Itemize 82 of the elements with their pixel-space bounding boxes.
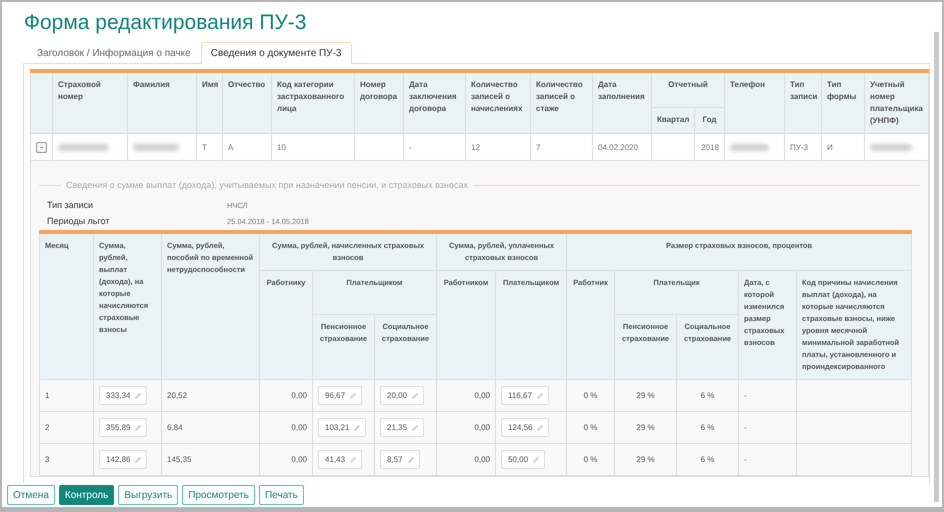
column-header: Отчетный xyxy=(652,71,725,108)
action-button[interactable]: Выгрузить xyxy=(118,485,178,505)
redacted-text xyxy=(58,144,110,150)
table-cell: - xyxy=(738,380,797,412)
action-button[interactable]: Просмотреть xyxy=(182,485,255,505)
pencil-icon xyxy=(406,456,415,464)
column-header: Количество записей о стаже xyxy=(530,71,592,134)
table-cell: 29 % xyxy=(614,412,677,444)
amount-field[interactable]: 355,89 xyxy=(99,418,148,437)
table-cell: 3 xyxy=(40,444,94,476)
table-cell: 0,00 xyxy=(436,412,496,444)
column-header: Количество записей о начислениях xyxy=(466,71,530,134)
redacted-text xyxy=(730,144,770,150)
amount-field[interactable]: 116,67 xyxy=(501,386,549,405)
amount-field[interactable]: 103,21 xyxy=(318,418,366,437)
pencil-icon xyxy=(532,456,540,464)
amount-field[interactable]: 333,34 xyxy=(99,386,148,405)
table-cell: 0 % xyxy=(566,380,615,412)
table-cell: 6,84 xyxy=(162,412,260,444)
column-header: Код категории застрахованного лица xyxy=(272,71,354,134)
amount-field[interactable]: 41,43 xyxy=(318,450,362,469)
column-header: Год xyxy=(694,108,725,134)
amount-field[interactable]: 20,00 xyxy=(380,386,424,405)
pencil-icon xyxy=(353,424,362,432)
pencil-icon xyxy=(349,392,358,400)
column-header: Дата заключения договора xyxy=(404,71,466,134)
pencil-icon xyxy=(536,424,544,432)
table-cell: 0 % xyxy=(566,444,615,476)
table-cell: 6 % xyxy=(676,444,739,476)
table-cell: 0,00 xyxy=(436,380,496,412)
column-header: Тип записи xyxy=(784,71,822,134)
column-header: Номер договора xyxy=(354,71,404,134)
table-cell: 20,52 xyxy=(162,380,260,412)
redacted-text xyxy=(133,144,180,150)
section-legend: Сведения о сумме выплат (дохода), учитываемых при назначении пенсии, и страховых взносах xyxy=(66,180,468,190)
column-header: Квартал xyxy=(652,108,694,134)
pencil-icon xyxy=(134,392,142,400)
table-cell: 0,00 xyxy=(436,444,496,476)
column-header: Тип формы xyxy=(822,71,865,134)
pencil-icon xyxy=(536,392,544,400)
table-cell: 6 % xyxy=(676,380,739,412)
tab[interactable]: Сведения о документе ПУ-3 xyxy=(200,42,352,64)
amount-field[interactable]: 142,86 xyxy=(99,450,148,469)
collapse-button[interactable]: - xyxy=(36,142,47,152)
column-header: Фамилия xyxy=(128,71,196,134)
scrollbar[interactable] xyxy=(934,32,939,502)
column-header: Отчество xyxy=(222,71,272,134)
action-button[interactable]: Отмена xyxy=(7,485,55,505)
field-label: Периоды льгот xyxy=(47,216,110,226)
action-button[interactable]: Контроль xyxy=(58,485,114,505)
table-cell: 6 % xyxy=(676,412,739,444)
action-button[interactable]: Печать xyxy=(258,485,304,505)
table-cell: 0,00 xyxy=(260,412,312,444)
pencil-icon xyxy=(349,456,358,464)
redacted-text xyxy=(870,144,912,150)
column-header: Телефон xyxy=(724,71,785,134)
field-label: Тип записи xyxy=(47,200,94,210)
table-cell: 0 % xyxy=(566,412,615,444)
form-title: Форма редактирования ПУ-3 xyxy=(24,10,308,36)
pencil-icon xyxy=(134,424,142,432)
amount-field[interactable]: 50,00 xyxy=(501,450,546,469)
pencil-icon xyxy=(411,392,420,400)
column-header: Учетный номер плательщика (УНПФ) xyxy=(864,71,929,134)
pencil-icon xyxy=(411,424,420,432)
table-cell: - xyxy=(738,412,797,444)
table-cell: 29 % xyxy=(614,444,677,476)
amount-field[interactable]: 8,57 xyxy=(380,450,420,469)
amount-field[interactable]: 21,35 xyxy=(380,418,424,437)
table-cell: - xyxy=(738,444,797,476)
tab[interactable]: Заголовок / Информация о пачке xyxy=(27,42,201,64)
table-cell: 145,35 xyxy=(162,444,260,476)
table-cell: 29 % xyxy=(614,380,677,412)
pencil-icon xyxy=(134,456,142,464)
column-header: Дата заполнения xyxy=(592,71,652,134)
amount-field[interactable]: 96,67 xyxy=(318,386,362,405)
amount-field[interactable]: 124,56 xyxy=(501,418,550,437)
column-header: Имя xyxy=(196,71,222,134)
column-header: Страховой номер xyxy=(52,71,128,134)
table-cell: 2 xyxy=(40,412,94,444)
table-cell: 1 xyxy=(40,380,94,412)
table-cell: 0,00 xyxy=(260,380,312,412)
table-cell: 0,00 xyxy=(260,444,312,476)
